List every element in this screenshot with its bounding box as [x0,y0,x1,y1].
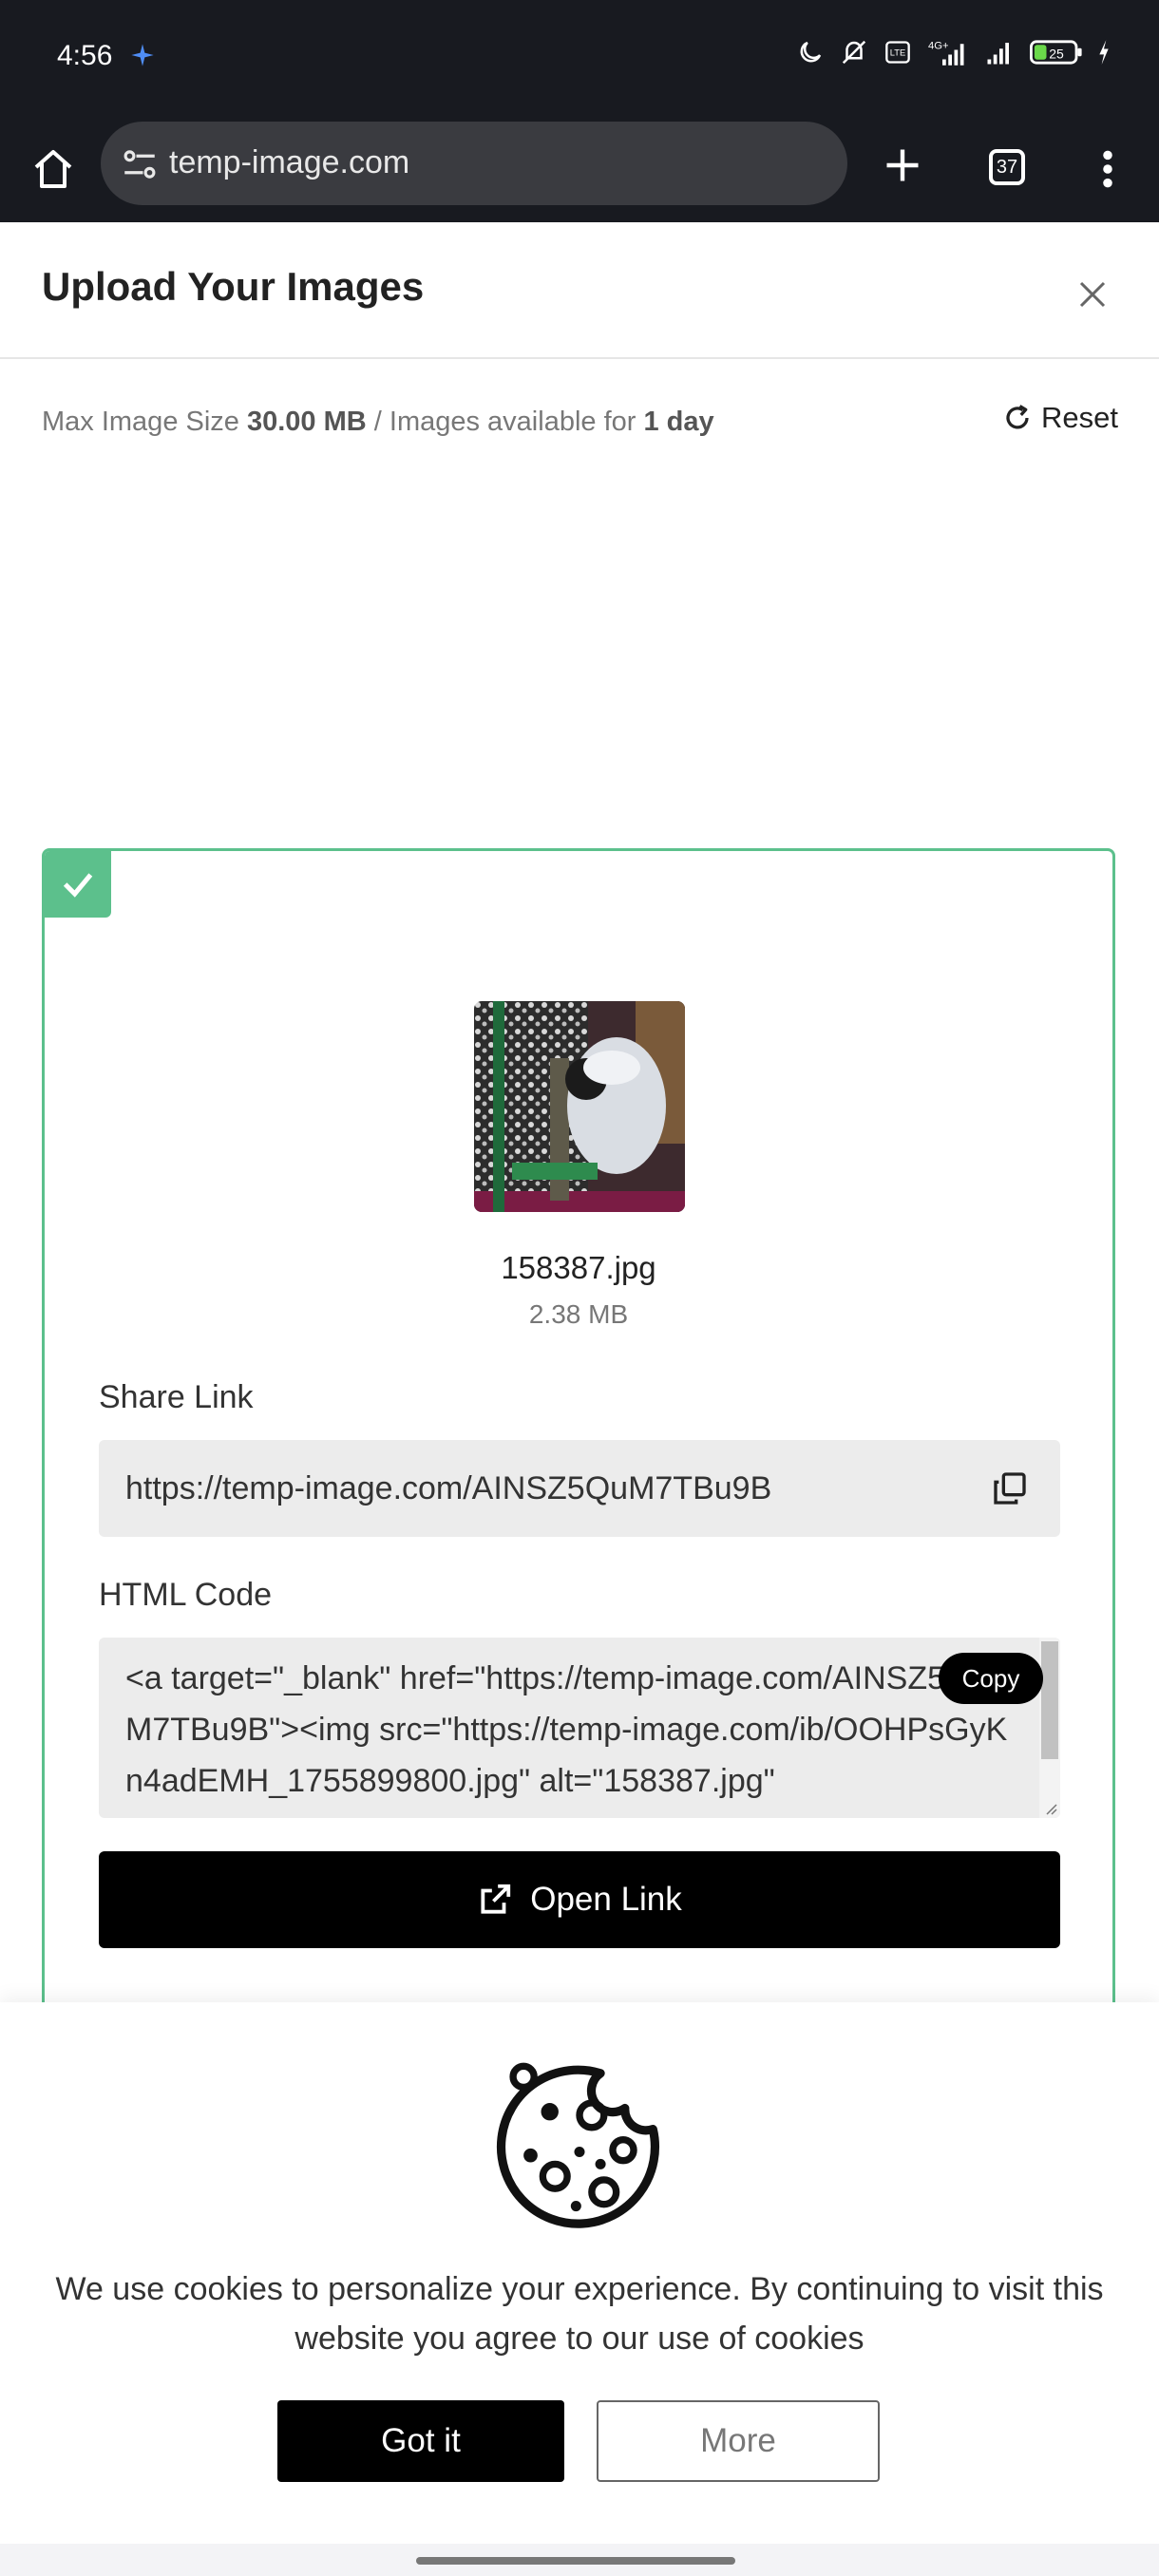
moon-icon [800,41,822,63]
image-thumbnail [474,1001,685,1212]
tab-count: 37 [989,149,1025,185]
scrollbar-thumb[interactable] [1041,1641,1058,1759]
thumbnail-photo [474,1001,685,1212]
plus-icon [886,149,919,181]
cookie-icon [496,2062,659,2228]
share-link-url: https://temp-image.com/AINSZ5QuM7TBu9B [125,1470,772,1506]
battery-icon: 25 [1030,40,1082,65]
home-icon [34,150,72,188]
reset-icon [1006,405,1029,429]
modal-header: Upload Your Images [0,224,1159,359]
info-prefix: Max Image Size [42,407,247,437]
mute-icon [842,40,866,65]
site-settings-icon[interactable] [120,144,160,184]
resize-handle-icon[interactable] [1043,1801,1058,1816]
reset-button[interactable]: Reset [1003,401,1118,435]
open-link-button[interactable]: Open Link [99,1851,1060,1948]
charging-icon [1099,40,1109,65]
battery-level: 25 [1049,46,1064,61]
copy-icon [994,1472,1026,1505]
volte-icon: LTE [885,41,910,64]
browser-menu-button[interactable] [1089,139,1127,199]
close-button[interactable] [1068,270,1117,319]
status-bar: 4:56 LTE 4G+ 25 [0,0,1159,116]
more-info-button[interactable]: More [597,2400,880,2482]
gesture-bar[interactable] [416,2557,735,2565]
modal-title: Upload Your Images [42,264,425,309]
upload-limits-info: Max Image Size 30.00 MB / Images availab… [42,407,714,438]
copy-html-button[interactable]: Copy [939,1653,1043,1704]
copy-link-button[interactable] [988,1467,1032,1510]
check-icon [63,873,93,898]
textarea-scrollbar[interactable] [1039,1638,1060,1818]
open-link-label: Open Link [530,1881,682,1918]
home-button[interactable] [23,139,84,199]
external-link-icon [481,1884,511,1914]
share-link-field[interactable]: https://temp-image.com/AINSZ5QuM7TBu9B [99,1440,1060,1537]
reset-label: Reset [1041,401,1118,434]
html-code-textarea[interactable]: <a target="_blank" href="https://temp-im… [99,1638,1060,1818]
signal-4g-icon: 4G+ [928,40,964,66]
more-vertical-icon [1103,150,1112,188]
address-bar[interactable]: temp-image.com [101,122,847,205]
accept-cookies-button[interactable]: Got it [277,2400,564,2482]
html-code-text: <a target="_blank" href="https://temp-im… [125,1660,1008,1799]
file-size: 2.38 MB [528,1299,629,1329]
status-icons: LTE 4G+ 25 [796,38,1112,66]
signal-icon [987,43,1009,65]
status-time: 4:56 [57,40,113,71]
upload-success-badge [45,851,111,918]
url-text: temp-image.com [169,144,410,180]
info-middle: / Images available for [366,407,644,437]
max-size-value: 30.00 MB [246,407,367,437]
tab-switcher-button[interactable]: 37 [982,142,1032,192]
svg-text:4G+: 4G+ [928,40,949,51]
upload-result-card: 158387.jpg 2.38 MB Share Link https://te… [42,848,1115,2017]
cookie-banner: We use cookies to personalize your exper… [0,2002,1159,2544]
cookie-message: We use cookies to personalize your exper… [55,2271,1104,2357]
availability-value: 1 day [643,407,714,437]
html-code-label: HTML Code [99,1577,273,1613]
new-tab-button[interactable] [876,139,929,192]
browser-toolbar: temp-image.com 37 [0,116,1159,222]
file-name: 158387.jpg [501,1250,656,1285]
share-link-label: Share Link [99,1379,254,1415]
svg-text:LTE: LTE [890,48,905,58]
close-icon [1079,281,1106,308]
sparkle-icon [131,44,154,66]
